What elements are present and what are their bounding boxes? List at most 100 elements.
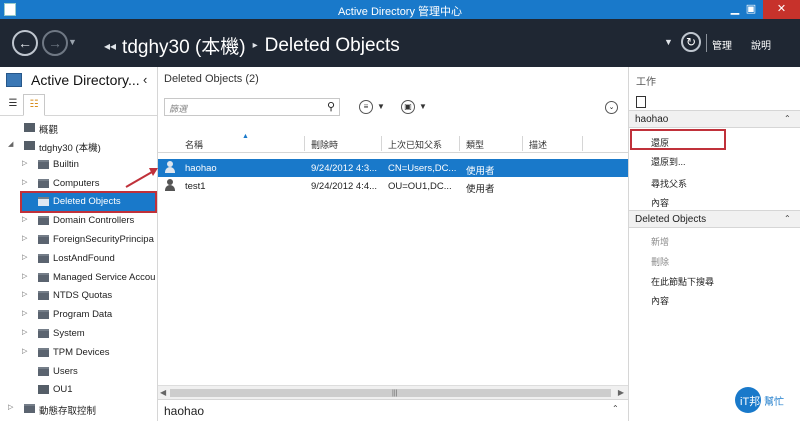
- task-locate-parent[interactable]: 尋找父系: [651, 177, 687, 190]
- tasks-header: 工作: [636, 77, 656, 88]
- view-options-button[interactable]: ≡ ▼: [359, 100, 385, 116]
- table-header: ▲ 名稱 刪除時 上次已知父系 類型 描述: [158, 133, 628, 153]
- window-title: Active Directory 管理中心: [337, 6, 463, 18]
- navigation-pane-title: Active Directory...: [31, 72, 140, 88]
- expand-chevron-icon[interactable]: ▷: [8, 403, 13, 411]
- folder-icon: [38, 216, 49, 225]
- manage-menu[interactable]: 管理: [712, 37, 732, 52]
- tree-item-ntds-quotas[interactable]: ▷ NTDS Quotas: [0, 287, 158, 305]
- tree-item-domain-controllers[interactable]: ▷ Domain Controllers: [0, 212, 158, 230]
- tree-item-program-data[interactable]: ▷ Program Data: [0, 306, 158, 324]
- folder-icon: [38, 291, 49, 300]
- column-header-deleted[interactable]: 刪除時: [311, 138, 338, 151]
- filter-placeholder: 篩選: [169, 104, 188, 114]
- breadcrumb-overflow-icon[interactable]: ◂◂: [104, 39, 116, 53]
- expand-chevron-icon[interactable]: ▷: [22, 215, 27, 223]
- maximize-button[interactable]: ▣: [739, 0, 763, 19]
- tasks-pane: 工作 haohao ⌃ 還原 還原到... 尋找父系 內容 Deleted Ob…: [628, 67, 800, 421]
- task-properties[interactable]: 內容: [651, 196, 669, 209]
- section-title: Deleted Objects: [635, 214, 707, 225]
- tree-item-domain[interactable]: ◢ tdghy30 (本機): [0, 137, 158, 155]
- task-delete: 刪除: [651, 257, 670, 267]
- clipboard-icon[interactable]: [636, 96, 646, 108]
- scrollbar-thumb[interactable]: |||: [170, 389, 611, 397]
- expand-chevron-icon[interactable]: ▷: [22, 272, 27, 280]
- collapse-chevron-icon[interactable]: ⌃: [784, 114, 791, 123]
- nav-dropdown-icon[interactable]: ▼: [664, 37, 673, 47]
- overview-icon: [24, 123, 35, 132]
- navigation-pane: Active Directory... ‹ ☰ ☷ 概觀 ◢ tdghy30 (…: [0, 67, 158, 421]
- tree-item-ou1[interactable]: OU1: [0, 381, 158, 399]
- scroll-left-icon[interactable]: ◀: [160, 388, 166, 397]
- tree-item-users[interactable]: Users: [0, 363, 158, 381]
- breadcrumb-separator-icon[interactable]: ▸: [253, 40, 258, 51]
- expand-chevron-icon[interactable]: ▷: [22, 347, 27, 355]
- help-menu[interactable]: 說明: [751, 37, 771, 52]
- tree-view-tab[interactable]: ☷: [23, 94, 45, 116]
- horizontal-scrollbar[interactable]: ◀ ||| ▶: [158, 385, 628, 399]
- cell-type: 使用者: [466, 184, 495, 195]
- column-header-type[interactable]: 類型: [466, 138, 484, 151]
- expand-chevron-icon[interactable]: ▷: [22, 328, 27, 336]
- close-button[interactable]: ✕: [763, 0, 800, 19]
- save-query-button[interactable]: ▣ ▼: [401, 100, 427, 116]
- tree-item-lost-and-found[interactable]: ▷ LostAndFound: [0, 250, 158, 268]
- collapse-chevron-icon[interactable]: ⌃: [784, 214, 791, 223]
- task-restore-to[interactable]: 還原到...: [651, 155, 686, 168]
- breadcrumb: ◂◂ tdghy30 (本機) ▸ Deleted Objects: [104, 32, 400, 59]
- navigation-bar: ← → ▼ ◂◂ tdghy30 (本機) ▸ Deleted Objects …: [0, 19, 800, 67]
- sort-ascending-icon: ▲: [242, 133, 249, 140]
- breadcrumb-item-domain[interactable]: tdghy30 (本機): [122, 32, 246, 59]
- column-header-description[interactable]: 描述: [529, 138, 547, 151]
- expand-chevron-icon[interactable]: ▷: [22, 309, 27, 317]
- refresh-icon[interactable]: ↻: [681, 32, 701, 52]
- expand-chevron-icon[interactable]: ▷: [22, 178, 27, 186]
- expand-chevron-icon[interactable]: ▷: [22, 253, 27, 261]
- expand-chevron-icon[interactable]: ▷: [22, 290, 27, 298]
- highlight-box: [630, 129, 726, 150]
- folder-icon: [38, 254, 49, 263]
- list-view-tab[interactable]: ☰: [2, 94, 24, 116]
- expand-chevron-icon[interactable]: ▷: [22, 234, 27, 242]
- table-row[interactable]: test1 9/24/2012 4:4... OU=OU1,DC... 使用者: [158, 177, 628, 195]
- expand-chevron-icon[interactable]: ▷: [22, 159, 27, 167]
- tree-item-tpm-devices[interactable]: ▷ TPM Devices: [0, 344, 158, 362]
- folder-icon: [38, 197, 49, 206]
- expanded-chevron-icon[interactable]: ◢: [8, 140, 13, 148]
- save-icon: ▣: [401, 100, 415, 114]
- user-icon: [164, 179, 176, 192]
- collapse-pane-icon[interactable]: ‹: [143, 72, 147, 87]
- tree-item-builtin[interactable]: ▷ Builtin: [0, 156, 158, 174]
- task-properties-node[interactable]: 內容: [651, 294, 669, 307]
- filter-input[interactable]: 篩選 ⚲: [164, 98, 340, 116]
- tree-item-computers[interactable]: ▷ Computers: [0, 175, 158, 193]
- folder-icon: [38, 160, 49, 169]
- forward-arrow-icon[interactable]: →: [42, 30, 68, 56]
- search-icon[interactable]: ⚲: [327, 100, 335, 113]
- scroll-right-icon[interactable]: ▶: [618, 388, 624, 397]
- collapse-chevron-icon[interactable]: ⌄: [605, 101, 618, 114]
- tasks-section-haohao[interactable]: haohao ⌃: [629, 110, 800, 128]
- folder-icon: [38, 348, 49, 357]
- breadcrumb-item-deleted-objects[interactable]: Deleted Objects: [265, 35, 400, 57]
- back-arrow-icon[interactable]: ←: [12, 30, 38, 56]
- expand-preview-icon[interactable]: ⌃: [612, 404, 619, 413]
- column-header-last-parent[interactable]: 上次已知父系: [388, 138, 442, 151]
- column-header-name[interactable]: 名稱: [185, 138, 203, 151]
- cell-name: haohao: [185, 163, 217, 174]
- folder-icon: [38, 235, 49, 244]
- tree-item-dynamic-access-control[interactable]: ▷ 動態存取控制: [0, 400, 158, 418]
- tree-item-deleted-objects[interactable]: Deleted Objects: [20, 191, 157, 213]
- folder-icon: [38, 329, 49, 338]
- tree-item-foreign-security-principals[interactable]: ▷ ForeignSecurityPrincipa: [0, 231, 158, 249]
- history-dropdown-icon[interactable]: ▼: [68, 37, 77, 47]
- tree-item-managed-service-accounts[interactable]: ▷ Managed Service Accou: [0, 269, 158, 287]
- tree-item-overview[interactable]: 概觀: [0, 119, 158, 137]
- domain-icon: [24, 141, 35, 150]
- tasks-section-deleted-objects[interactable]: Deleted Objects ⌃: [629, 210, 800, 228]
- preview-bar: haohao ⌃: [158, 399, 628, 421]
- tree-item-system[interactable]: ▷ System: [0, 325, 158, 343]
- task-search-under-node[interactable]: 在此節點下搜尋: [651, 275, 714, 288]
- task-restore[interactable]: 還原: [651, 136, 669, 149]
- table-row[interactable]: haohao 9/24/2012 4:3... CN=Users,DC... 使…: [158, 159, 628, 177]
